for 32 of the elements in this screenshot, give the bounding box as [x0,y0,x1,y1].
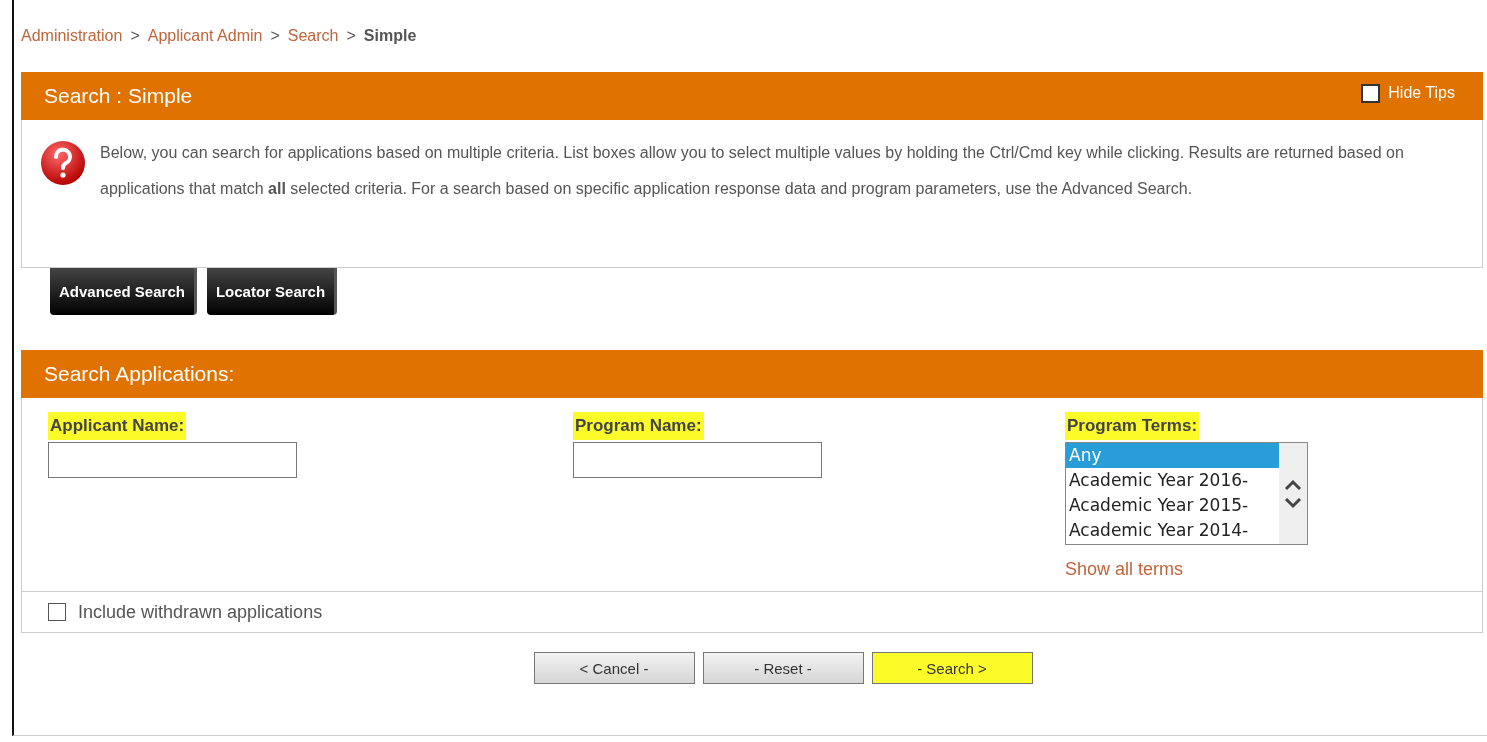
help-icon [40,140,86,186]
breadcrumb-link[interactable]: Applicant Admin [147,27,263,45]
hide-tips-label: Hide Tips [1388,84,1455,102]
tips-text: Below, you can search for applications based on multiple criteria. List boxes allow you to select multiple values by holding the Ctrl/Cmd key while clicking. Results are returned based on applications that match all selected criteria. For a search based on specific application response data and program parameters, use the Advanced Search. [100,143,1405,199]
field-label: Program Terms: [1065,412,1200,440]
list-option[interactable]: Academic Year 2015- [1066,493,1279,518]
list-option[interactable]: Academic Year 2016- [1066,468,1279,493]
breadcrumb-link[interactable]: Search [287,27,339,45]
search-type-button[interactable]: Advanced Search [50,268,197,315]
field-label: Program Name: [573,412,704,440]
scroll-down-icon[interactable] [1284,496,1302,509]
checkbox[interactable] [48,603,66,621]
panel-title: Search : Simple [44,84,193,108]
field-label: Applicant Name: [48,412,187,440]
input-field[interactable] [48,442,297,478]
hide-tips-checkbox[interactable] [1361,83,1381,103]
checkbox-label: Include withdrawn applications [78,601,323,623]
action-button[interactable]: < Cancel - [533,652,695,684]
show-all-terms-link[interactable]: Show all terms [1065,559,1184,580]
scroll-up-icon[interactable] [1284,478,1302,491]
search-type-button[interactable]: Locator Search [206,268,338,315]
list-option[interactable]: Academic Year 2014- [1066,518,1279,543]
breadcrumb-separator: > [346,27,356,45]
breadcrumb-link[interactable]: Administration [21,27,123,45]
breadcrumb-current: Simple [363,27,417,45]
action-button[interactable]: - Reset - [702,652,864,684]
breadcrumb-separator: > [130,27,140,45]
action-button[interactable]: - Search > [871,652,1033,684]
panel-title: Search Applications: [44,362,235,386]
breadcrumb-separator: > [270,27,280,45]
input-field[interactable] [573,442,822,478]
list-box[interactable]: Any Academic Year 2016- Academic Year 2015- Academic Year 2014- [1065,442,1308,545]
